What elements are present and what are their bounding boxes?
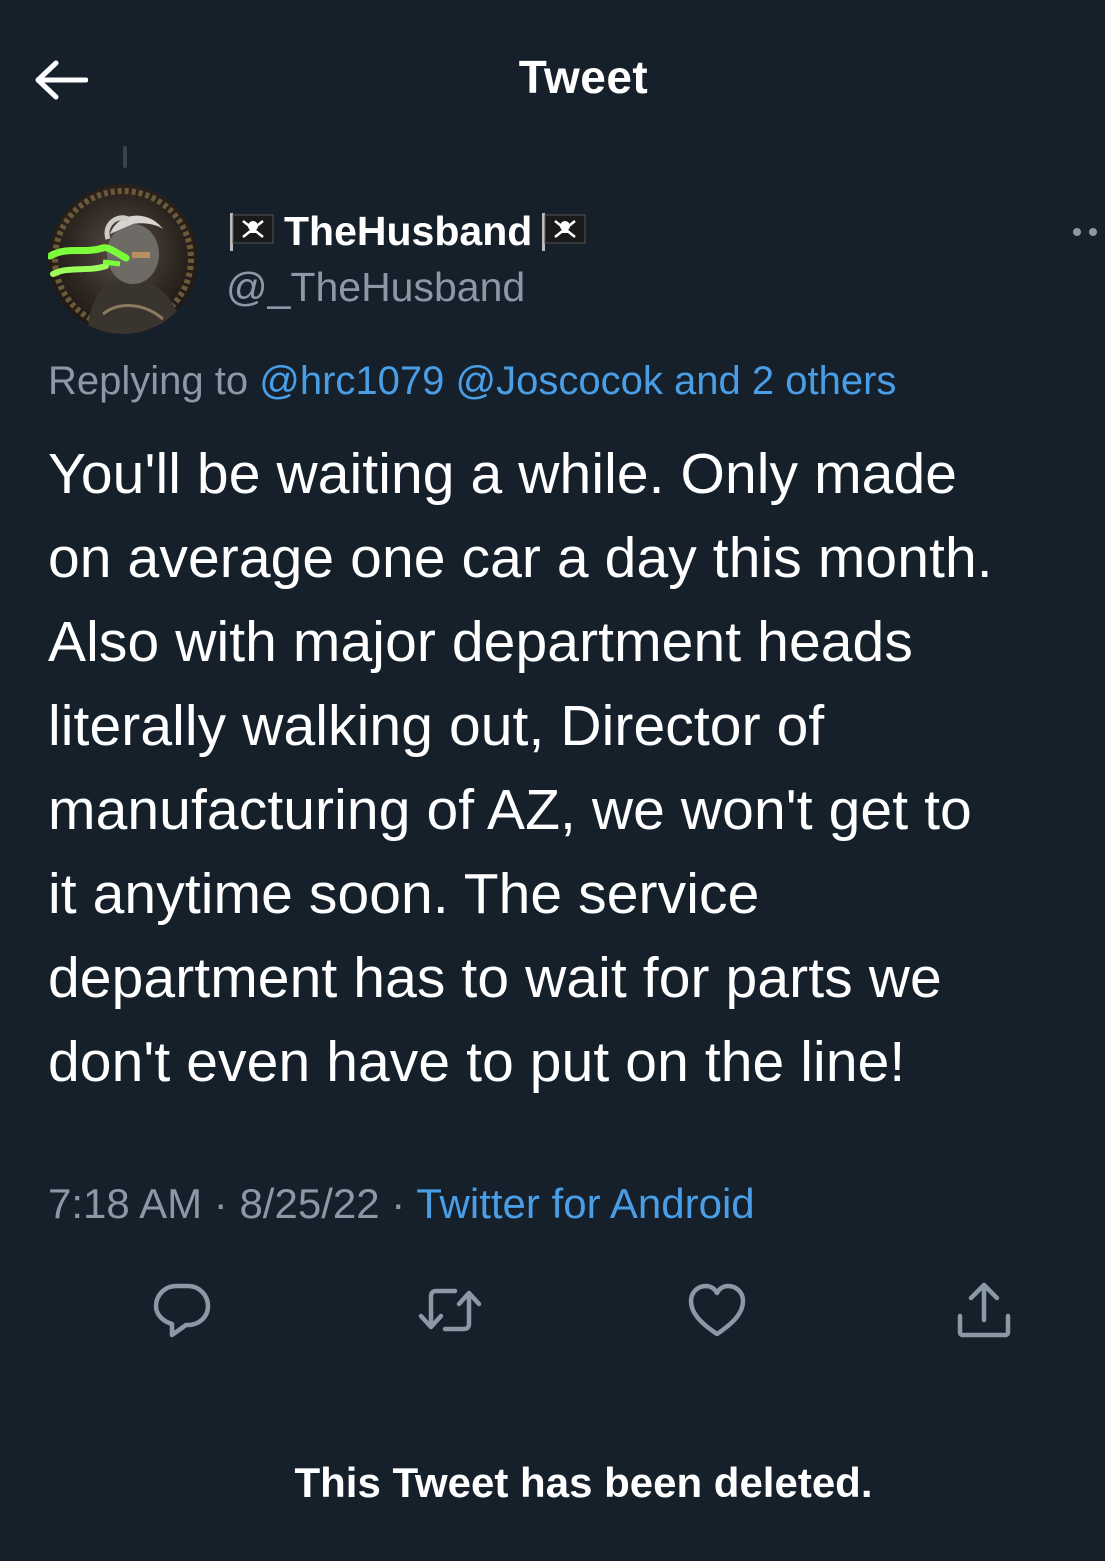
tweet-text-line: on average one car a day this month. [48, 526, 993, 590]
mention-link-joscocok[interactable]: @Joscocok [456, 359, 663, 403]
meta-separator: · [213, 1180, 228, 1227]
more-options-button[interactable] [1065, 212, 1105, 252]
avatar-image [48, 184, 198, 334]
replying-to-label: Replying to [48, 359, 249, 403]
tweet-time: 7:18 AM [48, 1180, 203, 1227]
retweet-button[interactable] [410, 1270, 490, 1350]
more-dots-icon [1073, 228, 1097, 236]
author-info: TheHusband @_TheHusband [226, 205, 588, 315]
share-button[interactable] [944, 1270, 1024, 1350]
reply-button[interactable] [142, 1270, 222, 1350]
tweet-date: 8/25/22 [239, 1180, 380, 1227]
user-handle[interactable]: @_TheHusband [226, 261, 588, 313]
tweet-text: You'll be waiting a while. Only made on … [48, 432, 1098, 1104]
thread-connector-line [123, 146, 127, 168]
tweet-text-line: department has to wait for parts we [48, 946, 942, 1010]
tweet-text-line: manufacturing of AZ, we won't get to [48, 778, 972, 842]
tweet-source-link[interactable]: Twitter for Android [416, 1180, 754, 1227]
display-name-row[interactable]: TheHusband [226, 205, 588, 257]
tweet-meta: 7:18 AM · 8/25/22 · Twitter for Android [48, 1176, 755, 1232]
tweet-text-line: You'll be waiting a while. Only made [48, 442, 958, 506]
tweet-text-line: don't even have to put on the line! [48, 1030, 906, 1094]
header: Tweet [0, 0, 1105, 150]
display-name: TheHusband [284, 208, 533, 254]
meta-separator: · [391, 1180, 406, 1227]
others-link[interactable]: and 2 others [674, 359, 896, 403]
replying-to: Replying to @hrc1079 @Joscocok and 2 oth… [48, 354, 896, 408]
retweet-icon [418, 1288, 482, 1332]
tweet-actions [0, 1270, 1105, 1350]
tweet-text-line: literally walking out, Director of [48, 694, 825, 758]
like-button[interactable] [677, 1270, 757, 1350]
tweet-text-line: it anytime soon. The service [48, 862, 760, 926]
pirate-flag-icon [542, 213, 586, 251]
like-icon [688, 1283, 746, 1337]
pirate-flag-icon [230, 213, 274, 251]
deleted-tweet-notice: This Tweet has been deleted. [294, 1459, 873, 1506]
page-title: Tweet [518, 51, 649, 103]
mention-link-hrc1079[interactable]: @hrc1079 [259, 359, 444, 403]
tweet-text-line: Also with major department heads [48, 610, 913, 674]
share-icon [957, 1282, 1011, 1338]
reply-icon [153, 1283, 211, 1338]
avatar[interactable] [48, 184, 198, 334]
